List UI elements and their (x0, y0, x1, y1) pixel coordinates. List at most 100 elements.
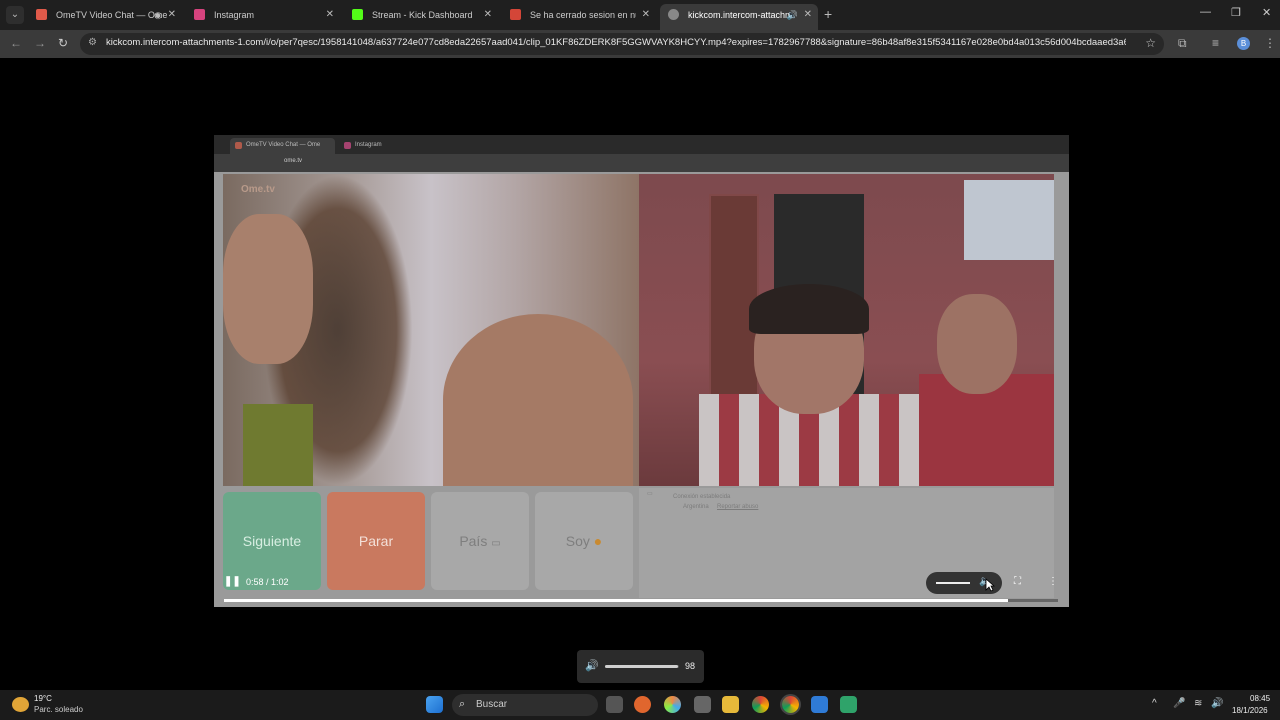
video-time: 0:58 / 1:02 (246, 577, 289, 587)
cam-figure (937, 294, 1017, 394)
minimize-button[interactable]: — (1200, 6, 1211, 18)
ometv-logo: Ome.tv (241, 184, 275, 195)
recorded-tab-title: Instagram (355, 142, 382, 148)
show-hidden-icons[interactable]: ^ (1152, 698, 1157, 709)
tab-title: Se ha cerrado sesion en nuestra (530, 10, 636, 20)
browser-tabstrip: ⌄ OmeTV Video Chat — Ome ◉ ✕ Instagram ✕… (0, 0, 1280, 30)
chat-status-icon: ▭ (647, 491, 653, 497)
tab-kick-dashboard[interactable]: Stream - Kick Dashboard ✕ (344, 4, 498, 30)
tab-title: kickcom.intercom-attachm (688, 10, 793, 20)
flag-icon: ▭ (491, 538, 501, 549)
globe-favicon-icon (668, 9, 679, 20)
gender-button: Soy ● (535, 492, 633, 590)
tab-title: OmeTV Video Chat — Ome (56, 10, 168, 20)
start-button[interactable] (426, 696, 443, 713)
file-explorer-icon[interactable] (722, 696, 739, 713)
tab-instagram[interactable]: Instagram ✕ (186, 4, 340, 30)
speaker-icon: 🔊 (585, 660, 599, 672)
taskbar: 19°C Parc. soleado ⌕ Buscar ^ 🎤 ≋ 🔊 08:4… (0, 690, 1280, 720)
site-info-icon[interactable]: ⚙ (88, 37, 97, 48)
taskbar-search[interactable]: ⌕ Buscar (452, 694, 598, 716)
microphone-icon[interactable]: 🎤 (1173, 698, 1185, 709)
profile-avatar[interactable]: B (1237, 37, 1250, 50)
close-tab-icon[interactable]: ✕ (804, 4, 812, 26)
chat-connection-text: Conexión establecida (673, 494, 731, 500)
mouse-cursor-icon (985, 578, 995, 592)
app-icon[interactable] (811, 696, 828, 713)
weather-description[interactable]: Parc. soleado (34, 705, 83, 714)
address-bar[interactable]: ⚙ kickcom.intercom-attachments-1.com/i/o… (80, 33, 1164, 55)
audio-playing-icon[interactable]: 🔊 (787, 4, 798, 26)
gmail-favicon-icon (510, 9, 521, 20)
url-text[interactable]: kickcom.intercom-attachments-1.com/i/o/p… (106, 37, 1126, 48)
emoji-icon: ● (593, 533, 603, 549)
browser-menu-icon[interactable]: ⋮ (1264, 36, 1276, 50)
recorded-tab-title: OmeTV Video Chat — Ome (246, 142, 321, 148)
recording-icon: ◉ (154, 10, 162, 20)
chat-report-link: Reportar abuso (717, 504, 759, 510)
chat-country-text: Argentina (683, 504, 709, 510)
osd-volume-fill (605, 665, 678, 668)
fullscreen-button[interactable]: ⛶ (1014, 576, 1021, 587)
tab-gmail[interactable]: Se ha cerrado sesion en nuestra ✕ (502, 4, 656, 30)
recorded-tab-ometv: OmeTV Video Chat — Ome (230, 138, 335, 154)
volume-tray-icon[interactable]: 🔊 (1211, 698, 1223, 709)
close-window-button[interactable]: ✕ (1262, 6, 1271, 19)
recorded-tab-instagram: Instagram (339, 138, 439, 154)
weather-temperature[interactable]: 19°C (34, 694, 52, 703)
ometv-favicon-icon (235, 142, 242, 149)
ometv-page: Ome.tv Siguiente Parar País ▭ Soy ● ▭ Co… (214, 172, 1069, 607)
stranger-camera: Ome.tv (223, 174, 639, 486)
recorded-url: ome.tv (284, 158, 303, 164)
tab-intercom-video[interactable]: kickcom.intercom-attachm 🔊 ✕ (660, 4, 818, 30)
task-view-icon[interactable] (606, 696, 623, 713)
stop-button: Parar (327, 492, 425, 590)
video-progress-bar[interactable] (224, 599, 1058, 602)
wifi-icon[interactable]: ≋ (1194, 698, 1202, 709)
chrome-icon[interactable] (752, 696, 769, 713)
close-tab-icon[interactable]: ✕ (168, 4, 176, 26)
app-icon[interactable] (664, 696, 681, 713)
app-icon[interactable] (840, 696, 857, 713)
close-tab-icon[interactable]: ✕ (484, 4, 492, 26)
close-tab-icon[interactable]: ✕ (642, 4, 650, 26)
extensions-icon[interactable]: ⧉ (1178, 36, 1187, 51)
media-control-icon[interactable]: ≡ (1212, 36, 1219, 50)
tab-search-icon[interactable]: ⌄ (6, 6, 24, 24)
chrome-active-icon[interactable] (782, 696, 799, 713)
osd-volume-track[interactable] (605, 665, 679, 668)
own-camera (639, 174, 1054, 486)
instagram-favicon-icon (194, 9, 205, 20)
new-tab-button[interactable]: + (824, 6, 832, 22)
forward-button[interactable]: → (34, 36, 46, 50)
recorded-toolbar: ome.tv (214, 154, 1069, 172)
cam-background (964, 180, 1054, 260)
back-button[interactable]: ← (10, 36, 22, 50)
maximize-button[interactable]: ❐ (1231, 6, 1241, 19)
cam-figure (443, 314, 633, 486)
clock-date[interactable]: 18/1/2026 (1232, 706, 1268, 715)
more-options-icon[interactable]: ⋮ (1048, 576, 1058, 587)
search-placeholder: Buscar (476, 699, 508, 710)
reload-button[interactable]: ↻ (58, 36, 68, 50)
video-progress-fill (224, 599, 1008, 602)
cam-figure (749, 284, 869, 334)
video-player[interactable]: OmeTV Video Chat — Ome Instagram ome.tv … (214, 135, 1069, 607)
instagram-favicon-icon (344, 142, 351, 149)
store-icon[interactable] (694, 696, 711, 713)
weather-icon[interactable] (12, 697, 29, 712)
volume-slider[interactable] (936, 582, 970, 584)
osd-volume-value: 98 (685, 661, 696, 671)
app-icon[interactable] (634, 696, 651, 713)
tab-title: Instagram (214, 10, 255, 20)
search-icon: ⌕ (459, 698, 466, 710)
close-tab-icon[interactable]: ✕ (326, 4, 334, 26)
tab-ometv[interactable]: OmeTV Video Chat — Ome ◉ ✕ (28, 4, 182, 30)
browser-toolbar: ← → ↻ ⚙ kickcom.intercom-attachments-1.c… (0, 30, 1280, 58)
clock-time[interactable]: 08:45 (1250, 694, 1270, 703)
volume-osd: 🔊 98 (577, 650, 704, 683)
ometv-favicon-icon (36, 9, 47, 20)
recorded-tabstrip: OmeTV Video Chat — Ome Instagram (214, 135, 1069, 154)
bookmark-star-icon[interactable]: ☆ (1145, 36, 1156, 50)
pause-button[interactable]: ❚❚ (224, 576, 241, 587)
